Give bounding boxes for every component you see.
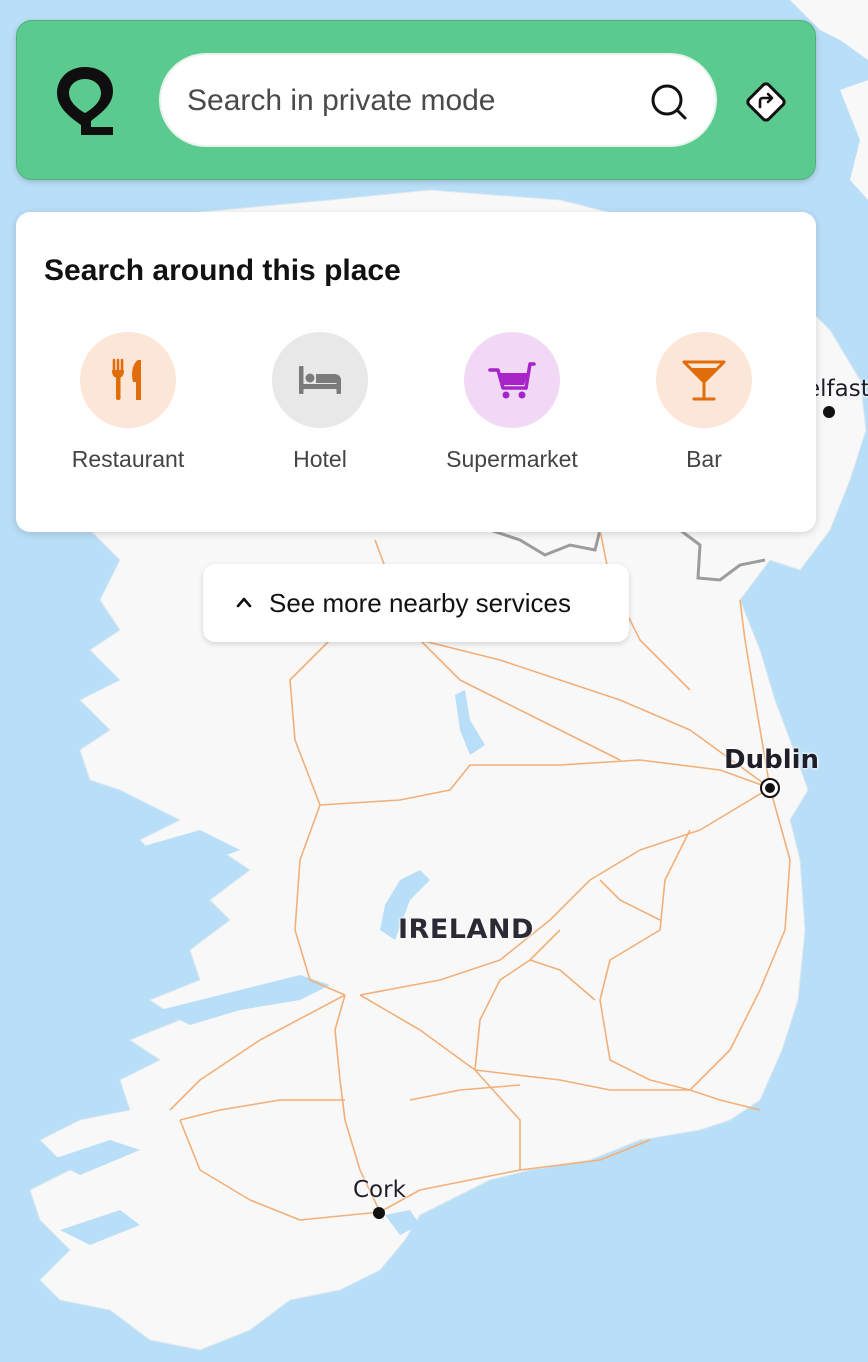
search-header [16, 20, 816, 180]
nearby-services-card: Search around this place Restaurant Hote… [16, 212, 816, 532]
app-root: IRELAND Dublin Cork elfast Search around… [0, 0, 868, 1362]
category-restaurant-circle [80, 332, 176, 428]
category-restaurant-label: Restaurant [71, 446, 185, 472]
category-supermarket-label: Supermarket [446, 446, 578, 472]
shopping-cart-icon [488, 362, 536, 399]
city-label-cork[interactable]: Cork [353, 1177, 406, 1203]
category-hotel-label: Hotel [293, 446, 347, 472]
category-bar[interactable]: Bar [619, 330, 789, 480]
city-label-dublin[interactable]: Dublin [724, 745, 819, 775]
category-bar-circle [656, 332, 752, 428]
bed-icon [299, 366, 341, 394]
directions-icon[interactable] [743, 79, 789, 125]
cocktail-glass-icon [682, 360, 726, 401]
cork-city-dot [373, 1207, 385, 1219]
category-hotel[interactable]: Hotel [235, 330, 405, 480]
search-input[interactable] [185, 55, 629, 147]
map-canvas[interactable] [0, 0, 868, 1362]
country-label-ireland: IRELAND [398, 914, 534, 945]
search-icon[interactable] [649, 82, 689, 122]
category-bar-label: Bar [686, 446, 722, 472]
category-supermarket-circle [464, 332, 560, 428]
fork-knife-icon [112, 358, 141, 400]
category-hotel-circle [272, 332, 368, 428]
belfast-city-dot [823, 406, 835, 418]
category-restaurant[interactable]: Restaurant [43, 330, 213, 480]
see-more-label: See more nearby services [269, 588, 572, 618]
see-more-nearby-button[interactable]: See more nearby services [203, 564, 629, 642]
search-bar [159, 53, 717, 147]
nearby-title: Search around this place [44, 254, 401, 287]
category-supermarket[interactable]: Supermarket [427, 330, 597, 480]
chevron-up-icon [236, 597, 252, 608]
logo-icon[interactable] [53, 63, 117, 139]
